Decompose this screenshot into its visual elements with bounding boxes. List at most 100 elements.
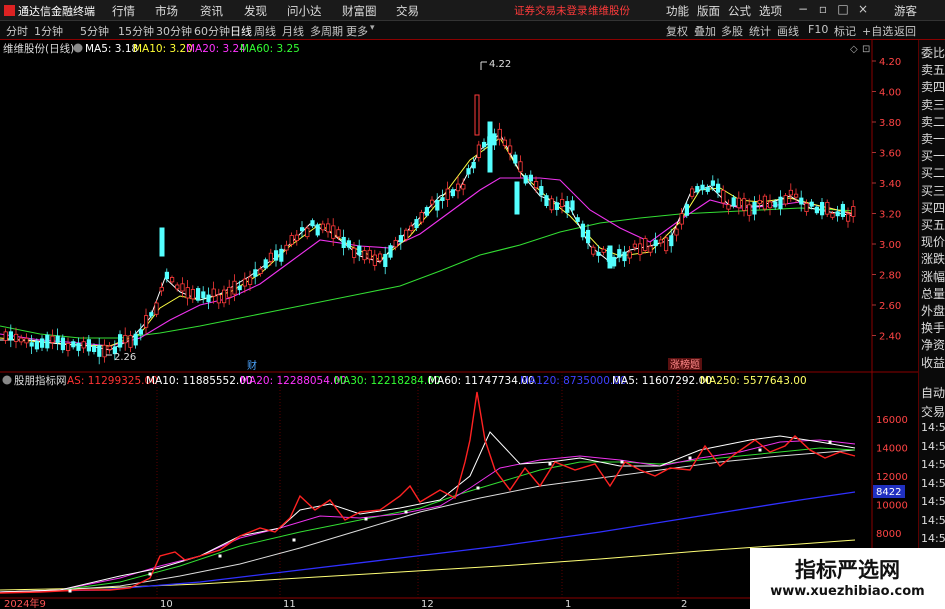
trade-login-status[interactable]: 证券交易未登录 bbox=[514, 3, 588, 18]
guest-button[interactable]: 游客 bbox=[894, 3, 917, 19]
candle-body bbox=[320, 223, 326, 231]
auto-trade-label[interactable]: 交易 bbox=[921, 403, 945, 420]
menu-item-wealth-circle[interactable]: 财富圈 bbox=[342, 3, 377, 19]
candle-body bbox=[528, 174, 534, 182]
candle-body bbox=[149, 312, 154, 317]
candle-body bbox=[679, 213, 684, 225]
candle-body bbox=[653, 239, 658, 247]
candle-body bbox=[783, 195, 788, 205]
period-5min[interactable]: 5分钟 bbox=[80, 23, 109, 39]
finance-marker[interactable]: 财 bbox=[247, 359, 257, 372]
candle-body bbox=[71, 341, 76, 348]
period-15min[interactable]: 15分钟 bbox=[118, 23, 154, 39]
main-y-tick: 3.20 bbox=[879, 210, 901, 221]
candle-body bbox=[76, 342, 81, 351]
x-axis: 2024年9 10 11 12 1 2 bbox=[4, 597, 687, 609]
quote-field-label: 买五 bbox=[921, 218, 945, 232]
quote-field-label: 涨幅 bbox=[921, 269, 945, 284]
candle-body bbox=[159, 286, 164, 292]
layout-button[interactable]: 版面 bbox=[697, 3, 720, 19]
main-y-tick: 3.40 bbox=[879, 179, 901, 190]
restore-icon[interactable]: ▫ bbox=[816, 2, 830, 16]
maximize-icon[interactable]: □ bbox=[836, 2, 850, 16]
quote-field-label: 买三 bbox=[921, 183, 945, 198]
ma10-legend: MA10: 3.20 bbox=[133, 43, 193, 55]
candle-body bbox=[305, 227, 310, 238]
menu-item-trade[interactable]: 交易 bbox=[396, 3, 419, 19]
menu-item-ask[interactable]: 问小达 bbox=[287, 3, 322, 19]
candle-body bbox=[357, 245, 362, 256]
period-monthly[interactable]: 月线 bbox=[282, 23, 304, 39]
settings-icon[interactable] bbox=[73, 43, 83, 53]
chevron-down-icon[interactable]: ▾ bbox=[370, 23, 375, 33]
candle-body bbox=[268, 252, 274, 262]
quote-field-label: 买一 bbox=[921, 149, 945, 164]
period-1min[interactable]: 1分钟 bbox=[34, 23, 63, 39]
watermark-banner: 指标严选网 www.xuezhibiao.com bbox=[750, 548, 945, 609]
candle-body bbox=[773, 201, 778, 208]
add-watchlist-button[interactable]: +自选 bbox=[862, 23, 893, 39]
expand-icon[interactable]: ⊡ bbox=[862, 44, 870, 55]
candle-body bbox=[138, 329, 143, 335]
draw-button[interactable]: 画线 bbox=[777, 23, 799, 39]
candle-body bbox=[258, 268, 263, 274]
diamond-icon[interactable]: ◇ bbox=[850, 44, 858, 55]
period-toolbar: 分时 1分钟 5分钟 15分钟 30分钟 60分钟 日线 周线 月线 多周期 更… bbox=[0, 21, 945, 40]
close-icon[interactable]: × bbox=[856, 2, 870, 16]
period-timeshare[interactable]: 分时 bbox=[6, 23, 28, 39]
sub-y-tick: 10000 bbox=[876, 501, 908, 512]
candle-body bbox=[575, 217, 580, 222]
menu-item-hangqing[interactable]: 行情 bbox=[112, 3, 135, 19]
period-more[interactable]: 更多 bbox=[346, 23, 368, 39]
ma20-sub-legend: MA20: 12288054.00 bbox=[240, 375, 347, 387]
function-button[interactable]: 功能 bbox=[666, 3, 689, 19]
menu-item-news[interactable]: 资讯 bbox=[200, 3, 223, 19]
f10-button[interactable]: F10 bbox=[808, 23, 828, 36]
candle-body bbox=[336, 229, 341, 238]
quote-field-label: 涨跌 bbox=[921, 252, 945, 267]
period-weekly[interactable]: 周线 bbox=[254, 23, 276, 39]
formula-button[interactable]: 公式 bbox=[728, 3, 751, 19]
candle-body bbox=[617, 249, 622, 258]
limit-up-marker[interactable]: 涨榜题 bbox=[670, 358, 700, 371]
period-60min[interactable]: 60分钟 bbox=[194, 23, 230, 39]
x-tick-sep: 2024年9 bbox=[4, 597, 46, 609]
tick-time: 14:56 bbox=[921, 513, 945, 527]
mark-button[interactable]: 标记 bbox=[834, 23, 856, 39]
candle-body bbox=[299, 227, 305, 232]
candle-body bbox=[34, 341, 40, 350]
candle-body bbox=[118, 334, 123, 348]
candle-body bbox=[778, 196, 783, 209]
candle-body bbox=[612, 256, 617, 267]
candle-body bbox=[232, 280, 237, 295]
sub-settings-icon[interactable] bbox=[2, 375, 12, 385]
minimize-icon[interactable]: − bbox=[796, 2, 810, 16]
quote-field-label: 现价 bbox=[921, 235, 945, 250]
candle-body bbox=[13, 333, 19, 342]
sub-y-tick: 14000 bbox=[876, 444, 908, 455]
candle-body bbox=[768, 201, 773, 209]
candle-body bbox=[502, 139, 508, 147]
app-title: 通达信金融终端 bbox=[4, 3, 95, 19]
tick-time: 14:56 bbox=[921, 532, 945, 545]
candle-body bbox=[372, 254, 378, 266]
multi-stock-button[interactable]: 多股 bbox=[721, 23, 743, 39]
candle-body bbox=[565, 201, 570, 213]
candle-body bbox=[440, 197, 445, 202]
period-daily[interactable]: 日线 bbox=[230, 23, 252, 39]
adjust-button[interactable]: 复权 bbox=[666, 23, 688, 39]
period-30min[interactable]: 30分钟 bbox=[156, 23, 192, 39]
candle-body bbox=[19, 337, 24, 343]
menu-item-discover[interactable]: 发现 bbox=[244, 3, 267, 19]
stats-button[interactable]: 统计 bbox=[749, 23, 771, 39]
auto-trade-label[interactable]: 自动 bbox=[921, 384, 945, 401]
period-multi[interactable]: 多周期 bbox=[310, 23, 343, 39]
candle-body bbox=[377, 253, 383, 262]
back-button[interactable]: 返回 bbox=[894, 23, 916, 39]
overlay-button[interactable]: 叠加 bbox=[694, 23, 716, 39]
quote-field-label: 卖五 bbox=[921, 63, 945, 78]
candle-body bbox=[648, 245, 653, 253]
options-button[interactable]: 选项 bbox=[759, 3, 782, 19]
menu-item-market[interactable]: 市场 bbox=[155, 3, 178, 19]
chart-area[interactable]: 维维股份(日线) MA5: 3.18 MA10: 3.20 MA20: 3.24… bbox=[0, 40, 918, 609]
